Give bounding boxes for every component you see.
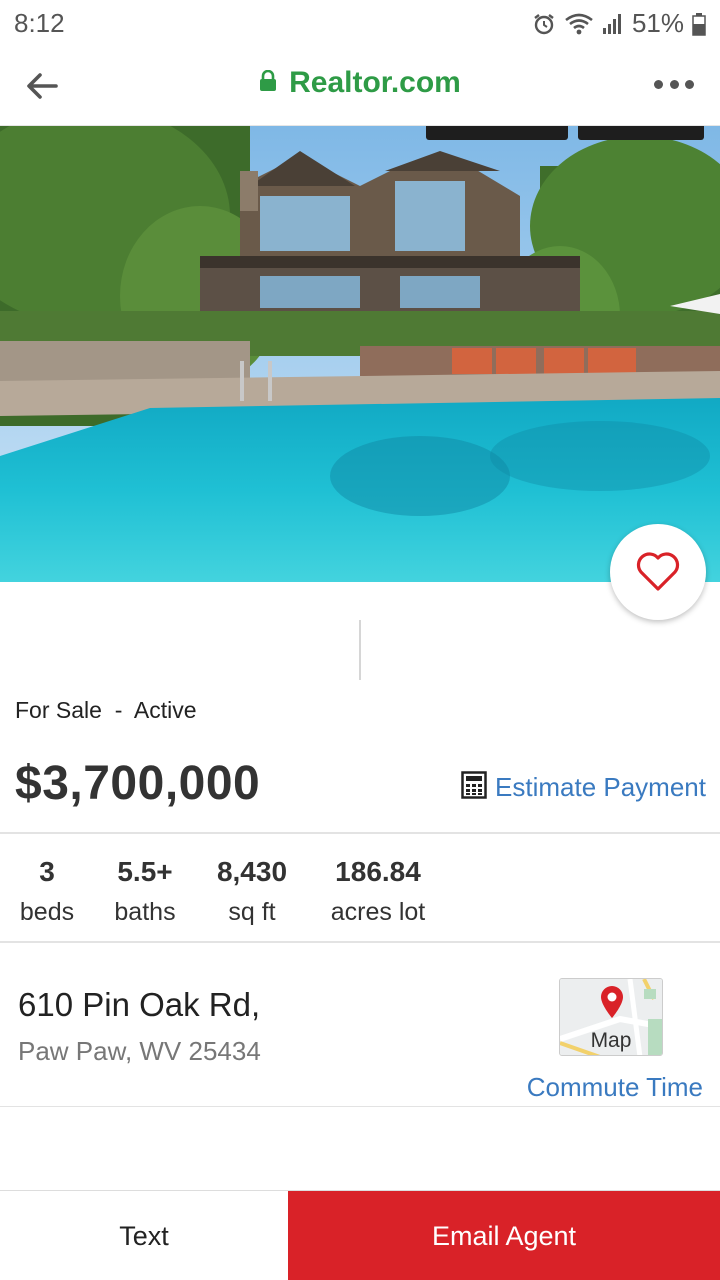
fact-label: baths [114, 898, 176, 926]
address-street: 610 Pin Oak Rd, [18, 986, 261, 1023]
email-agent-button[interactable]: Email Agent [288, 1191, 720, 1280]
text-button[interactable]: Text [0, 1191, 288, 1280]
fact-value: 5.5+ [117, 856, 173, 887]
fact-label: acres lot [330, 898, 426, 926]
fact-lot: 186.84 acres lot [318, 856, 438, 927]
photo-tab[interactable] [578, 126, 704, 140]
map-button[interactable]: Map [559, 978, 663, 1056]
signal-icon [602, 12, 624, 36]
fact-baths: 5.5+ baths [100, 856, 190, 927]
url-bar[interactable]: Realtor.com [0, 66, 720, 100]
divider [0, 1106, 720, 1107]
divider [359, 620, 361, 680]
fact-value: 8,430 [216, 856, 288, 887]
status-time: 8:12 [14, 8, 65, 38]
listing-price: $3,700,000 [15, 757, 261, 810]
listing-status: For Sale - Active [15, 697, 197, 723]
lock-icon [259, 69, 277, 97]
estimate-payment-label: Estimate Payment [495, 772, 706, 802]
status-icons: 51% [532, 8, 706, 39]
map-label: Map [590, 1029, 632, 1052]
fact-label: sq ft [228, 898, 276, 926]
calculator-icon [461, 771, 487, 804]
fact-label: beds [19, 898, 75, 926]
estimate-payment-link[interactable]: Estimate Payment [461, 771, 706, 804]
heart-icon [636, 552, 680, 591]
fact-beds: 3 beds [8, 856, 86, 927]
status-bar: 8:12 51% [0, 0, 720, 44]
more-dots-icon[interactable] [654, 72, 694, 96]
address-city: Paw Paw, WV 25434 [18, 1036, 261, 1066]
favorite-button[interactable] [610, 524, 706, 620]
commute-time-link[interactable]: Commute Time [527, 1072, 703, 1103]
fact-value: 186.84 [335, 856, 421, 887]
map-pin-icon [601, 986, 623, 1018]
fact-value: 3 [39, 856, 55, 887]
wifi-icon [564, 12, 594, 36]
listing-photo[interactable] [0, 126, 720, 582]
browser-toolbar: Realtor.com [0, 44, 720, 126]
divider [0, 941, 720, 943]
url-text: Realtor.com [289, 66, 461, 99]
battery-icon [692, 12, 706, 36]
battery-text: 51% [631, 8, 684, 38]
fact-sqft: 8,430 sq ft [202, 856, 302, 927]
photo-tab[interactable] [426, 126, 568, 140]
bottom-action-bar: Text Email Agent [0, 1190, 720, 1280]
alarm-icon [532, 12, 556, 36]
divider [0, 832, 720, 834]
